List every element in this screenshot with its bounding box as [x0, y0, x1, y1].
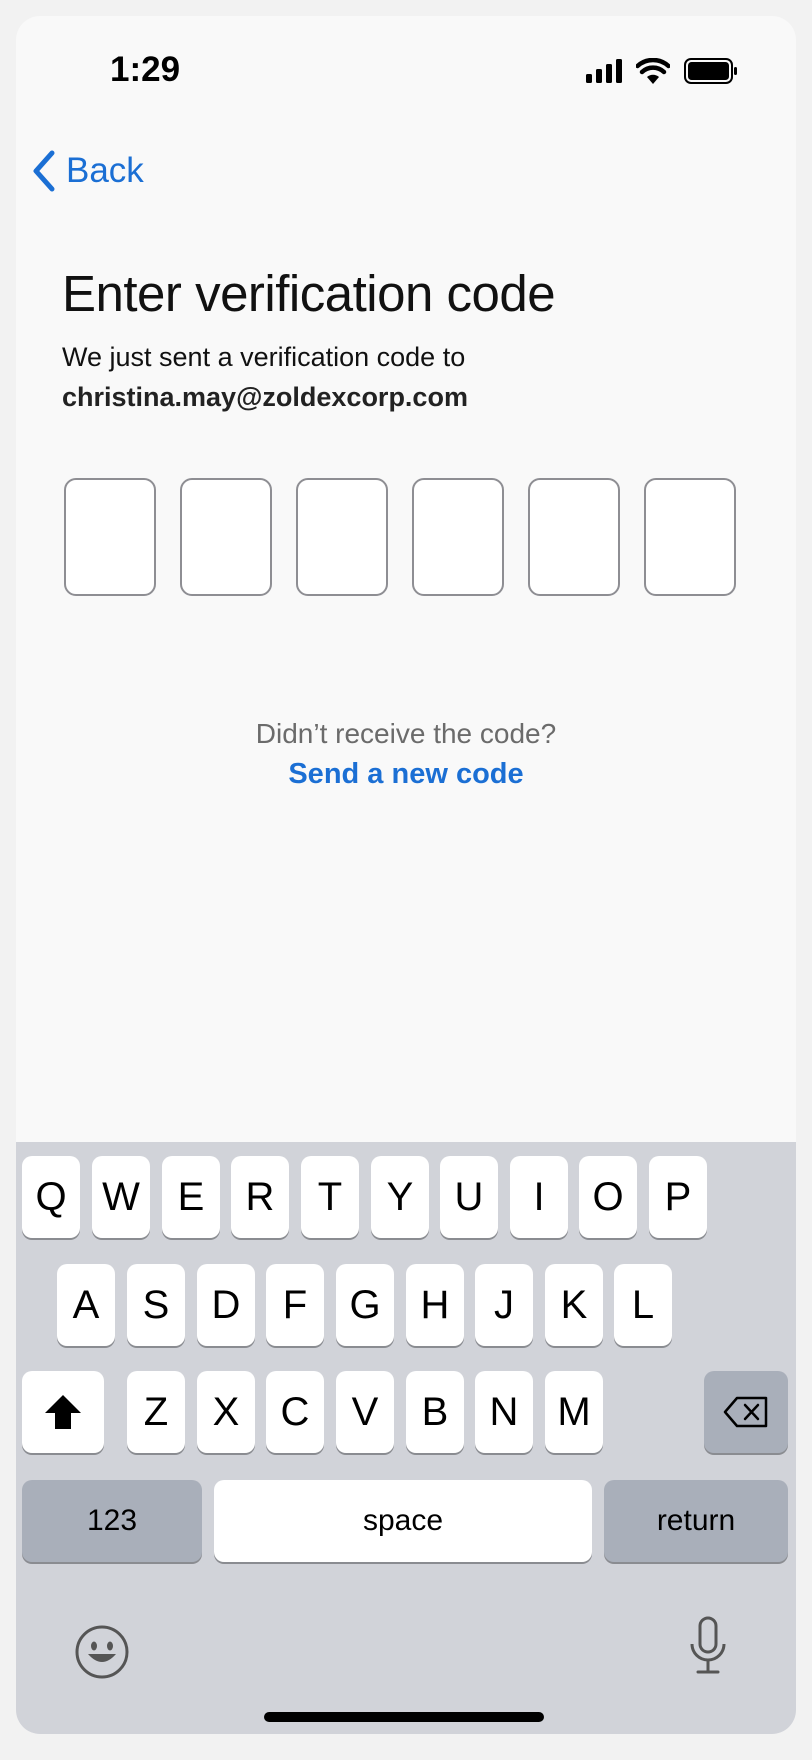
key-v[interactable]: V: [336, 1371, 394, 1453]
key-q[interactable]: Q: [22, 1156, 80, 1238]
resend-question: Didn’t receive the code?: [255, 718, 557, 749]
battery-icon: [684, 58, 737, 84]
key-z[interactable]: Z: [127, 1371, 185, 1453]
key-i[interactable]: I: [510, 1156, 568, 1238]
key-b[interactable]: B: [406, 1371, 464, 1453]
code-digit-1[interactable]: [64, 478, 156, 596]
code-digit-4[interactable]: [412, 478, 504, 596]
key-k[interactable]: K: [545, 1264, 603, 1346]
wifi-icon: [636, 58, 670, 84]
key-o[interactable]: O: [579, 1156, 637, 1238]
delete-key[interactable]: [704, 1371, 788, 1453]
key-u[interactable]: U: [440, 1156, 498, 1238]
back-label: Back: [66, 151, 144, 190]
emoji-icon: [75, 1625, 129, 1679]
send-new-code-link[interactable]: Send a new code: [16, 758, 796, 791]
key-w[interactable]: W: [92, 1156, 150, 1238]
key-c[interactable]: C: [266, 1371, 324, 1453]
code-digit-3[interactable]: [296, 478, 388, 596]
page-title: Enter verification code: [62, 265, 556, 322]
numbers-key[interactable]: 123: [22, 1480, 202, 1562]
key-x[interactable]: X: [197, 1371, 255, 1453]
code-digit-6[interactable]: [644, 478, 736, 596]
key-l[interactable]: L: [614, 1264, 672, 1346]
return-key[interactable]: return: [604, 1480, 788, 1562]
subtitle-text: We just sent a verification code to: [62, 342, 466, 372]
key-f[interactable]: F: [266, 1264, 324, 1346]
backspace-icon: [723, 1396, 768, 1428]
cellular-signal-icon: [586, 59, 622, 83]
status-time: 1:29: [110, 50, 181, 89]
status-icons: [586, 58, 738, 84]
keyboard: Q W E R T Y U I O P A S D F G H J K L Z …: [16, 1142, 796, 1734]
home-indicator[interactable]: [264, 1712, 544, 1722]
chevron-left-icon: [33, 150, 55, 192]
shift-arrow-icon: [45, 1395, 81, 1429]
dictation-button[interactable]: [688, 1616, 728, 1681]
key-m[interactable]: M: [545, 1371, 603, 1453]
key-t[interactable]: T: [301, 1156, 359, 1238]
key-p[interactable]: P: [649, 1156, 707, 1238]
key-g[interactable]: G: [336, 1264, 394, 1346]
microphone-icon: [690, 1616, 726, 1674]
shift-key[interactable]: [22, 1371, 104, 1453]
code-digit-5[interactable]: [528, 478, 620, 596]
key-j[interactable]: J: [475, 1264, 533, 1346]
email-address: christina.may@zoldexcorp.com: [62, 382, 468, 412]
key-h[interactable]: H: [406, 1264, 464, 1346]
key-d[interactable]: D: [197, 1264, 255, 1346]
code-digit-2[interactable]: [180, 478, 272, 596]
key-r[interactable]: R: [231, 1156, 289, 1238]
phone-screen: 1:29 Back Enter verification code We jus…: [16, 16, 796, 1734]
key-s[interactable]: S: [127, 1264, 185, 1346]
emoji-button[interactable]: [74, 1624, 130, 1685]
space-key[interactable]: space: [214, 1480, 592, 1562]
key-a[interactable]: A: [57, 1264, 115, 1346]
key-y[interactable]: Y: [371, 1156, 429, 1238]
key-n[interactable]: N: [475, 1371, 533, 1453]
back-button[interactable]: Back: [32, 150, 144, 192]
verification-code-inputs: [64, 478, 736, 596]
key-e[interactable]: E: [162, 1156, 220, 1238]
status-bar: 1:29: [16, 16, 796, 126]
